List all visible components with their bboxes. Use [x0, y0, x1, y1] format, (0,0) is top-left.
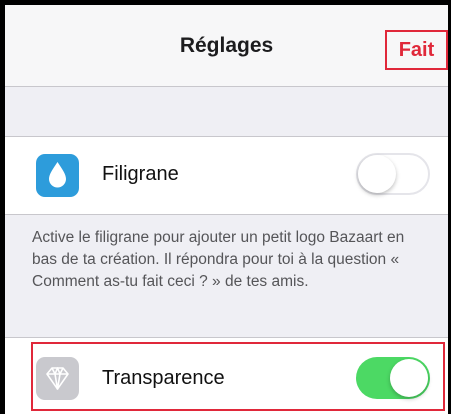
done-button[interactable]: Fait: [385, 30, 448, 70]
toggle-knob: [358, 155, 396, 193]
filigrane-label: Filigrane: [102, 163, 179, 185]
navigation-bar: Réglages Fait: [5, 5, 448, 87]
filigrane-description: Active le filigrane pour ajouter un peti…: [32, 229, 405, 290]
highlight-annotation: [31, 342, 445, 411]
filigrane-row: Filigrane: [5, 136, 448, 215]
filigrane-toggle[interactable]: [356, 153, 430, 195]
page-title: Réglages: [179, 33, 274, 57]
water-drop-icon: [36, 154, 79, 197]
settings-screen: Réglages Fait Filigrane Active le filigr…: [0, 0, 451, 414]
